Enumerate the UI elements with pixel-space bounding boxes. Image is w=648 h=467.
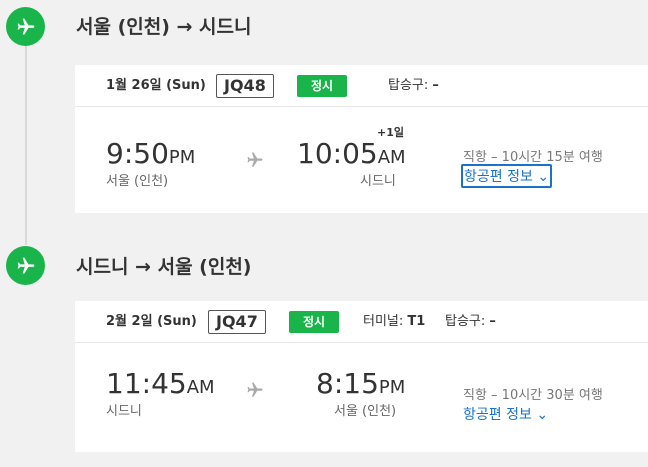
terminal-label: 터미널: bbox=[363, 314, 404, 329]
departure-ampm: PM bbox=[168, 147, 196, 168]
terminal-value: T1 bbox=[407, 314, 426, 329]
airplane-icon bbox=[6, 246, 45, 285]
flight-card-header: 2월 2일 (Sun) JQ47 정시 터미널: T1 탑승구: – bbox=[75, 301, 648, 343]
departure-time-value: 11:45 bbox=[106, 367, 187, 400]
flight-duration: 직항 – 10시간 30분 여행 bbox=[463, 388, 603, 403]
route-title: 서울 (인천) → 시드니 bbox=[76, 16, 252, 38]
airplane-icon bbox=[247, 152, 263, 167]
gate-info: 탑승구: – bbox=[445, 301, 496, 343]
departure-city: 서울 (인천) bbox=[106, 174, 169, 189]
arrival-time-value: 10:05 bbox=[297, 137, 378, 170]
gate-value: – bbox=[489, 314, 496, 329]
flight-card: 1월 26일 (Sun) JQ48 정시 탑승구: – 9:50PM 서울 (인… bbox=[75, 65, 648, 213]
flight-card-header: 1월 26일 (Sun) JQ48 정시 탑승구: – bbox=[75, 65, 648, 107]
arrival-time: 10:05AM bbox=[297, 137, 406, 170]
departure-city: 시드니 bbox=[106, 404, 142, 419]
flight-number-badge: JQ47 bbox=[208, 310, 266, 334]
gate-value: – bbox=[432, 78, 439, 93]
flight-details-label: 항공편 정보 bbox=[463, 407, 532, 423]
arrival-city: 서울 (인천) bbox=[334, 404, 397, 419]
gate-label: 탑승구: bbox=[388, 78, 429, 93]
flight-details-link[interactable]: 항공편 정보 ⌄ bbox=[461, 164, 553, 188]
airplane-icon bbox=[6, 7, 45, 46]
arrival-time: 8:15PM bbox=[316, 367, 405, 400]
departure-time-value: 9:50 bbox=[106, 137, 169, 170]
flight-card: 2월 2일 (Sun) JQ47 정시 터미널: T1 탑승구: – 11:45… bbox=[75, 301, 648, 452]
flight-details-link[interactable]: 항공편 정보 ⌄ bbox=[461, 403, 550, 425]
gate-label: 탑승구: bbox=[445, 314, 486, 329]
arrival-city: 시드니 bbox=[360, 174, 396, 189]
arrival-ampm: PM bbox=[378, 377, 406, 398]
flight-date: 2월 2일 (Sun) bbox=[106, 314, 197, 329]
arrival-time-value: 8:15 bbox=[316, 367, 379, 400]
arrival-ampm: AM bbox=[377, 147, 406, 168]
flight-duration: 직항 – 10시간 15분 여행 bbox=[463, 150, 603, 165]
airplane-icon bbox=[247, 382, 263, 397]
timeline-connector bbox=[25, 40, 27, 245]
flight-number-badge: JQ48 bbox=[216, 74, 274, 98]
terminal-info: 터미널: T1 bbox=[363, 301, 425, 343]
flight-date: 1월 26일 (Sun) bbox=[106, 78, 206, 93]
chevron-down-icon: ⌄ bbox=[536, 407, 549, 423]
departure-ampm: AM bbox=[186, 377, 215, 398]
gate-info: 탑승구: – bbox=[388, 65, 439, 107]
departure-time: 11:45AM bbox=[106, 367, 215, 400]
departure-time: 9:50PM bbox=[106, 137, 195, 170]
chevron-down-icon: ⌄ bbox=[537, 169, 550, 185]
flight-details-label: 항공편 정보 bbox=[464, 169, 533, 185]
status-badge: 정시 bbox=[289, 311, 339, 333]
route-title: 시드니 → 서울 (인천) bbox=[76, 256, 252, 278]
status-badge: 정시 bbox=[297, 75, 347, 97]
